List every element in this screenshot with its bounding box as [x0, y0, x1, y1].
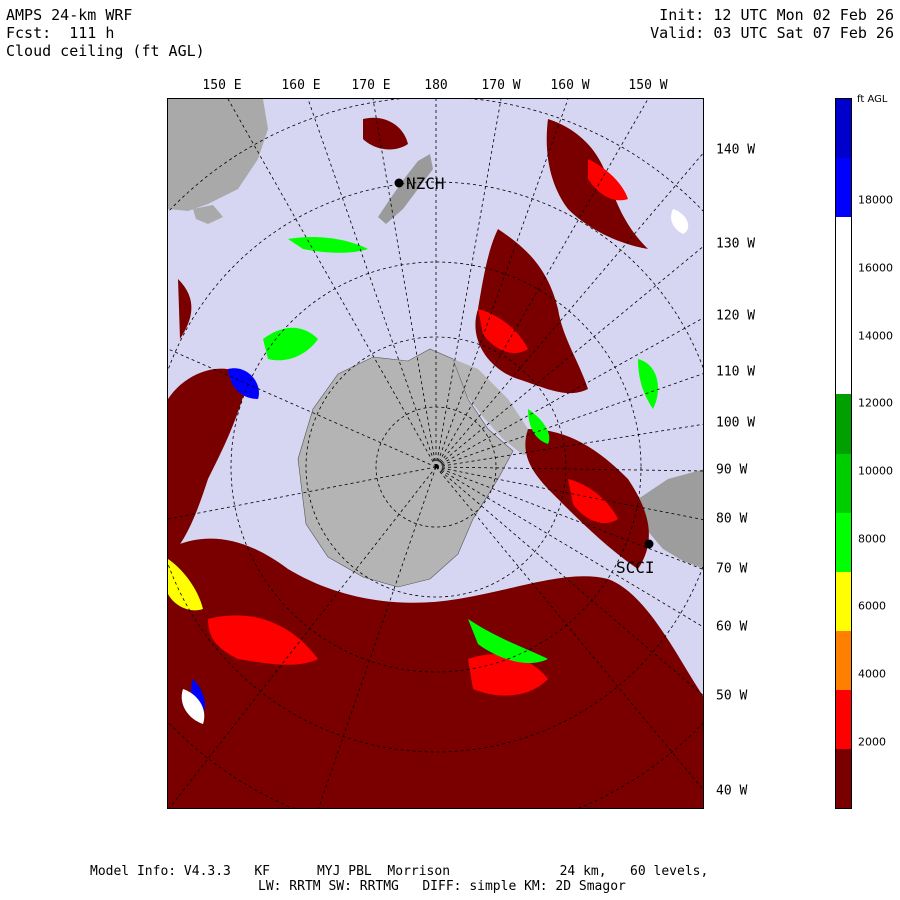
valid-time: Valid: 03 UTC Sat 07 Feb 26 — [650, 24, 894, 42]
header-left: AMPS 24-km WRF Fcst: 111 h Cloud ceiling (… — [6, 6, 205, 60]
colorbar-tick-label: 12000 — [858, 396, 893, 410]
lon-label-top: 150 W — [628, 78, 668, 93]
lon-label-right: 140 W — [716, 142, 756, 158]
cloud-ceiling-map: NZCH SCCI — [168, 99, 703, 808]
colorbar-tick-label: 10000 — [858, 464, 893, 478]
colorbar-segment — [836, 571, 851, 631]
colorbar-segment — [836, 158, 851, 218]
colorbar-segment — [836, 748, 851, 808]
lon-label-right: 110 W — [716, 364, 756, 380]
lon-label-top: 170 W — [481, 78, 521, 93]
header-right: Init: 12 UTC Mon 02 Feb 26 Valid: 03 UTC … — [650, 6, 894, 42]
lon-label-top: 160 E — [281, 78, 321, 93]
lon-label-right: 60 W — [716, 619, 748, 635]
forecast-hour: Fcst: 111 h — [6, 24, 115, 42]
colorbar-tick-label: 18000 — [858, 193, 893, 207]
lon-label-right: 90 W — [716, 462, 748, 478]
lon-label-right: 50 W — [716, 688, 748, 704]
colorbar-tick-label: 8000 — [858, 532, 886, 546]
lon-label-right: 40 W — [716, 783, 748, 799]
colorbar-tick-label: 4000 — [858, 667, 886, 681]
model-info-line2: LW: RRTM SW: RRTMG DIFF: simple KM: 2D S… — [258, 879, 626, 894]
colorbar-tick-label: 2000 — [858, 735, 886, 749]
model-title: AMPS 24-km WRF — [6, 6, 133, 24]
colorbar-segment — [836, 334, 851, 395]
colorbar-unit: ft AGL — [857, 94, 888, 105]
colorbar-segment — [836, 630, 851, 690]
lon-label-right: 70 W — [716, 561, 748, 577]
lon-label-top: 170 E — [351, 78, 391, 93]
station-label: SCCI — [616, 558, 655, 577]
lon-label-top: 150 E — [202, 78, 242, 93]
lon-label-right: 130 W — [716, 236, 756, 252]
colorbar-segment — [836, 394, 851, 454]
lon-label-right: 120 W — [716, 308, 756, 324]
map-panel: NZCH SCCI — [167, 98, 704, 809]
colorbar-tick-label: 6000 — [858, 599, 886, 613]
colorbar-segment — [836, 689, 851, 749]
lon-label-right: 80 W — [716, 511, 748, 527]
station-marker — [394, 178, 404, 188]
colorbar-segment — [836, 216, 851, 277]
colorbar-segment — [836, 99, 851, 159]
colorbar-segment — [836, 453, 851, 513]
colorbar — [835, 98, 852, 809]
colorbar-segment — [836, 512, 851, 572]
lon-label-right: 100 W — [716, 415, 756, 431]
colorbar-tick-label: 16000 — [858, 261, 893, 275]
colorbar-segment — [836, 275, 851, 336]
init-time: Init: 12 UTC Mon 02 Feb 26 — [659, 6, 894, 24]
station-label: NZCH — [406, 174, 445, 193]
station-marker — [644, 539, 654, 549]
lon-label-top: 180 — [424, 78, 448, 93]
colorbar-tick-label: 14000 — [858, 329, 893, 343]
field-name: Cloud ceiling (ft AGL) — [6, 42, 205, 60]
model-info-line1: Model Info: V4.3.3 KF MYJ PBL Morrison 2… — [90, 864, 709, 879]
lon-label-top: 160 W — [550, 78, 590, 93]
